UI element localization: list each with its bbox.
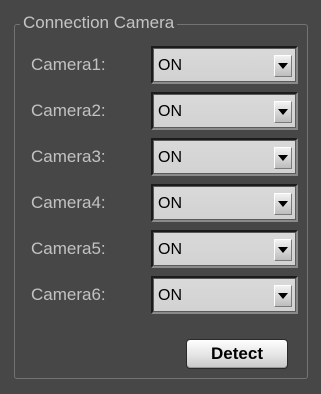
camera5-select[interactable]: ON	[151, 230, 298, 268]
camera-row-1: Camera1: ON	[31, 46, 299, 84]
camera-row-3: Camera3: ON	[31, 138, 299, 176]
camera1-select[interactable]: ON	[151, 46, 298, 84]
chevron-down-icon[interactable]	[274, 285, 292, 307]
camera3-label: Camera3:	[31, 147, 106, 166]
camera-row-5: Camera5: ON	[31, 230, 299, 268]
camera6-select-field: ON	[153, 278, 296, 312]
camera5-select-field: ON	[153, 232, 296, 266]
camera-row-2: Camera2: ON	[31, 92, 299, 130]
camera3-select-field: ON	[153, 140, 296, 174]
camera5-select-value: ON	[158, 241, 182, 258]
camera1-label: Camera1:	[31, 55, 106, 74]
camera4-select[interactable]: ON	[151, 184, 298, 222]
camera-row-4: Camera4: ON	[31, 184, 299, 222]
camera4-select-value: ON	[158, 195, 182, 212]
camera6-label: Camera6:	[31, 285, 106, 304]
camera2-select[interactable]: ON	[151, 92, 298, 130]
camera3-select-value: ON	[158, 149, 182, 166]
chevron-down-icon[interactable]	[274, 101, 292, 123]
camera1-select-field: ON	[153, 48, 296, 82]
camera4-select-field: ON	[153, 186, 296, 220]
camera3-select[interactable]: ON	[151, 138, 298, 176]
camera4-label: Camera4:	[31, 193, 106, 212]
camera2-label: Camera2:	[31, 101, 106, 120]
camera2-select-value: ON	[158, 103, 182, 120]
camera6-select-value: ON	[158, 287, 182, 304]
group-title: Connection Camera	[20, 12, 178, 34]
chevron-down-icon[interactable]	[274, 55, 292, 77]
camera6-select[interactable]: ON	[151, 276, 298, 314]
chevron-down-icon[interactable]	[274, 239, 292, 261]
detect-button[interactable]: Detect	[186, 339, 288, 369]
camera-row-6: Camera6: ON	[31, 276, 299, 314]
chevron-down-icon[interactable]	[274, 147, 292, 169]
camera2-select-field: ON	[153, 94, 296, 128]
camera5-label: Camera5:	[31, 239, 106, 258]
connection-camera-panel: Connection Camera Camera1: ON Camera2: O…	[0, 0, 321, 394]
chevron-down-icon[interactable]	[274, 193, 292, 215]
camera1-select-value: ON	[158, 57, 182, 74]
